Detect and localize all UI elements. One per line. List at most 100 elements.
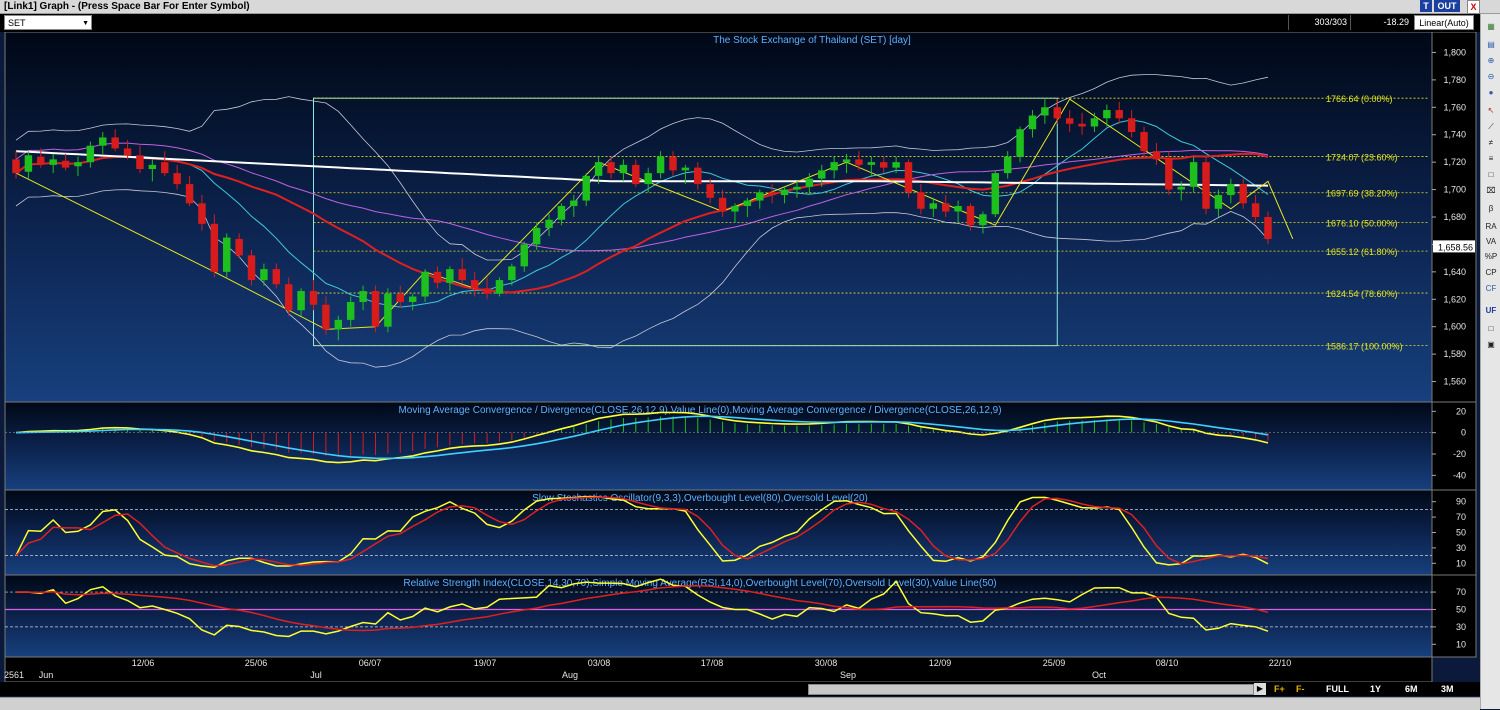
candle-body: [632, 164, 640, 185]
table-icon[interactable]: ▦: [1483, 20, 1499, 34]
square-icon[interactable]: □: [1483, 322, 1499, 336]
y-tick-label: 1,680: [1443, 212, 1466, 222]
candle-body: [421, 271, 429, 297]
close-button[interactable]: X: [1467, 0, 1480, 14]
range-6m-button[interactable]: 6M: [1405, 683, 1418, 695]
scale-selector[interactable]: Linear(Auto): [1414, 15, 1474, 30]
square-tool-icon[interactable]: □: [1483, 168, 1499, 182]
zoom-out-button[interactable]: F-: [1296, 683, 1305, 695]
x-axis-label: 17/08: [701, 658, 724, 668]
sidebar-uf[interactable]: UF: [1483, 304, 1499, 318]
x-axis-label: 25/06: [245, 658, 268, 668]
time-scrollbar[interactable]: [808, 684, 1254, 695]
candle-body: [681, 167, 690, 171]
zoom-in-icon[interactable]: ⊕: [1483, 54, 1499, 68]
candle-body: [941, 203, 950, 212]
scroll-right-icon[interactable]: ▶: [1254, 683, 1266, 695]
y-tick-label: 50: [1456, 528, 1466, 538]
candle-body: [1115, 110, 1123, 119]
grid-icon[interactable]: ▤: [1483, 38, 1499, 52]
x-axis-label: 25/09: [1043, 658, 1066, 668]
t-button[interactable]: T: [1420, 0, 1432, 12]
y-tick-label: 1,740: [1443, 130, 1466, 140]
candle-body: [1140, 131, 1148, 152]
y-tick-label: -40: [1453, 470, 1466, 480]
candle-body: [830, 162, 838, 171]
x-axis-label: 12/06: [132, 658, 155, 668]
chevron-down-icon: ▼: [82, 20, 89, 27]
candle-body: [309, 291, 318, 305]
sidebar-percent-p[interactable]: %P: [1483, 250, 1499, 264]
y-tick-label: 20: [1456, 406, 1466, 416]
y-tick-label: 1,640: [1443, 267, 1466, 277]
candle-body: [297, 291, 305, 311]
candle-body: [24, 155, 33, 172]
candle-body: [718, 197, 727, 212]
y-tick-label: 70: [1456, 587, 1466, 597]
settings-icon[interactable]: ▣: [1483, 338, 1499, 352]
y-tick-label: 1,720: [1443, 157, 1466, 167]
panel-0-title: The Stock Exchange of Thailand (SET) [da…: [713, 35, 911, 46]
y-tick-label: 1,580: [1443, 349, 1466, 359]
fib-level-label: 1655.12 (61.80%): [1326, 247, 1398, 257]
x-axis-label: Sep: [840, 670, 856, 680]
candle-body: [669, 156, 677, 171]
candle-body: [433, 271, 442, 283]
candle-body: [557, 206, 566, 220]
candle-body: [185, 184, 194, 204]
candle-body: [917, 192, 925, 209]
channel-tool-icon[interactable]: ≠: [1483, 136, 1499, 150]
candle-body: [793, 186, 801, 190]
zoom-in-button[interactable]: F+: [1274, 683, 1285, 695]
candle-body: [1065, 118, 1074, 124]
y-tick-label: 0: [1461, 428, 1466, 438]
range-full-button[interactable]: FULL: [1326, 683, 1349, 695]
panel-3-title: Relative Strength Index(CLOSE,14,30,70),…: [403, 578, 996, 589]
symbol-selector[interactable]: SET ▼: [4, 15, 92, 30]
text-tool-icon[interactable]: ⌧: [1483, 184, 1499, 198]
x-axis-label: 08/10: [1156, 658, 1179, 668]
candle-body: [495, 280, 504, 294]
fibonacci-tool-icon[interactable]: ≡: [1483, 152, 1499, 166]
y-tick-label: 1,700: [1443, 185, 1466, 195]
candle-body: [322, 304, 330, 330]
candle-body: [37, 156, 45, 164]
candle-body: [173, 173, 181, 185]
sidebar-ra[interactable]: RA: [1483, 220, 1499, 234]
candle-body: [904, 162, 913, 193]
candle-body: [892, 162, 900, 168]
y-tick-label: 90: [1456, 497, 1466, 507]
sidebar-cp[interactable]: CP: [1483, 266, 1499, 280]
range-1y-button[interactable]: 1Y: [1370, 683, 1381, 695]
candle-body: [545, 219, 553, 228]
candle-body: [1090, 118, 1099, 127]
candle-body: [966, 206, 975, 226]
candle-body: [619, 164, 628, 174]
candle-body: [706, 184, 714, 198]
line-tool-icon[interactable]: ⟋: [1483, 120, 1499, 134]
candle-body: [867, 162, 876, 165]
candle-body: [1264, 217, 1272, 239]
pointer-icon[interactable]: ↖: [1483, 104, 1499, 118]
chart-area[interactable]: The Stock Exchange of Thailand (SET) [da…: [0, 32, 1480, 700]
circle-icon[interactable]: ●: [1483, 86, 1499, 100]
chart-toolbar: SET ▼ 303/303 -18.29 Linear(Auto): [0, 14, 1480, 32]
candle-body: [1165, 159, 1173, 190]
out-button[interactable]: OUT: [1434, 0, 1460, 12]
candle-body: [607, 162, 615, 174]
candle-body: [929, 203, 938, 209]
fib-level-label: 1676.10 (50.00%): [1326, 218, 1398, 228]
range-3m-button[interactable]: 3M: [1441, 683, 1454, 695]
beta-icon[interactable]: β: [1483, 202, 1499, 216]
candle-body: [991, 173, 1000, 215]
candle-body: [210, 223, 219, 272]
candle-body: [260, 269, 268, 281]
candle-body: [136, 155, 144, 170]
y-tick-label: 10: [1456, 639, 1466, 649]
candle-body: [1016, 129, 1024, 157]
sidebar-va[interactable]: VA: [1483, 235, 1499, 249]
y-tick-label: 1,600: [1443, 322, 1466, 332]
zoom-out-icon[interactable]: ⊖: [1483, 70, 1499, 84]
candle-body: [594, 162, 603, 176]
sidebar-cf[interactable]: CF: [1483, 282, 1499, 296]
